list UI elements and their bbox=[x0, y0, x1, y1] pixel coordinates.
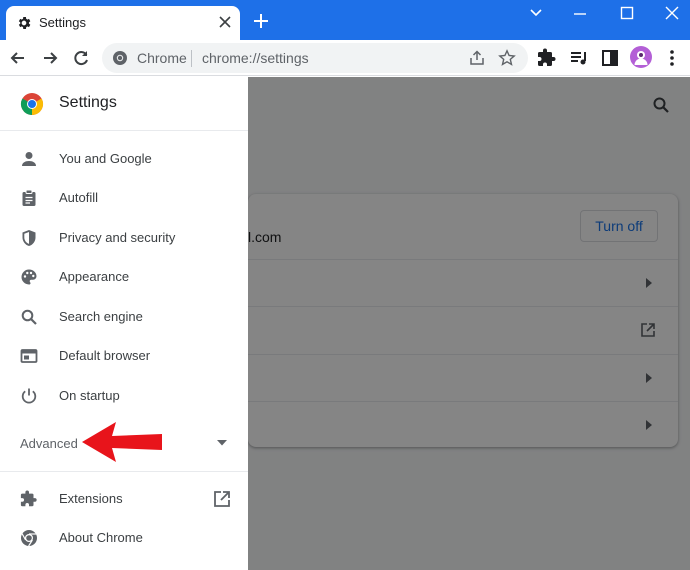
back-icon[interactable] bbox=[8, 48, 28, 68]
close-window-icon[interactable] bbox=[664, 5, 680, 21]
open-in-new-icon bbox=[214, 491, 230, 507]
puzzle-icon bbox=[20, 490, 37, 507]
nav-item-label: Extensions bbox=[59, 491, 123, 506]
profile-person-icon bbox=[634, 51, 648, 65]
search-icon bbox=[21, 309, 37, 325]
tab-settings[interactable]: Settings bbox=[6, 6, 240, 40]
nav-item-search-engine[interactable]: Search engine bbox=[0, 298, 248, 336]
address-bar[interactable]: Chrome chrome://settings bbox=[102, 43, 528, 73]
power-icon bbox=[21, 388, 37, 404]
tab-title: Settings bbox=[39, 15, 86, 30]
clipboard-icon bbox=[22, 189, 36, 206]
nav-item-autofill[interactable]: Autofill bbox=[0, 179, 248, 217]
reload-icon[interactable] bbox=[71, 48, 91, 68]
drawer-title: Settings bbox=[59, 94, 117, 111]
nav-item-you-and-google[interactable]: You and Google bbox=[0, 140, 248, 178]
annotation-arrow-icon bbox=[82, 422, 162, 462]
nav-item-about-chrome[interactable]: About Chrome bbox=[0, 519, 248, 557]
profile-avatar[interactable] bbox=[630, 46, 652, 68]
browser-window-icon bbox=[20, 349, 38, 363]
omnibox-site-label: Chrome bbox=[137, 50, 187, 66]
nav-item-label: Privacy and security bbox=[59, 230, 176, 245]
omnibox-separator bbox=[191, 50, 192, 67]
settings-drawer: Settings You and Google Autofill Privacy… bbox=[0, 77, 248, 570]
nav-item-label: On startup bbox=[59, 388, 120, 403]
nav-item-extensions[interactable]: Extensions bbox=[0, 480, 248, 518]
nav-item-label: About Chrome bbox=[59, 530, 143, 545]
drawer-header: Settings bbox=[0, 77, 248, 131]
expand-caret-icon bbox=[217, 440, 227, 446]
share-icon[interactable] bbox=[468, 49, 486, 67]
tab-strip: Settings bbox=[0, 0, 690, 40]
nav-item-label: Autofill bbox=[59, 190, 99, 205]
nav-item-privacy-and-security[interactable]: Privacy and security bbox=[0, 219, 248, 257]
bookmark-star-icon[interactable] bbox=[498, 49, 516, 67]
chrome-site-icon bbox=[113, 51, 127, 65]
maximize-icon[interactable] bbox=[619, 5, 635, 21]
advanced-label: Advanced bbox=[20, 436, 78, 451]
media-queue-icon[interactable] bbox=[569, 48, 589, 68]
browser-toolbar: Chrome chrome://settings bbox=[0, 40, 690, 76]
nav-item-on-startup[interactable]: On startup bbox=[0, 377, 248, 415]
minimize-icon[interactable] bbox=[572, 5, 588, 21]
gear-icon bbox=[18, 17, 31, 29]
shield-icon bbox=[22, 230, 36, 246]
close-tab-icon[interactable] bbox=[219, 16, 231, 28]
tab-search-chevron-icon[interactable] bbox=[528, 5, 544, 21]
nav-item-label: Default browser bbox=[59, 348, 151, 363]
extensions-puzzle-icon[interactable] bbox=[537, 48, 557, 68]
nav-item-label: Search engine bbox=[59, 309, 143, 324]
nav-item-label: You and Google bbox=[59, 151, 152, 166]
drawer-divider bbox=[0, 471, 248, 472]
side-panel-icon[interactable] bbox=[600, 48, 620, 68]
person-icon bbox=[22, 152, 36, 166]
chrome-logo-icon bbox=[20, 93, 44, 115]
nav-item-label: Appearance bbox=[59, 269, 130, 284]
chrome-icon bbox=[21, 530, 37, 547]
nav-item-default-browser[interactable]: Default browser bbox=[0, 337, 248, 375]
new-tab-icon[interactable] bbox=[253, 13, 269, 29]
more-menu-icon[interactable] bbox=[662, 48, 682, 68]
omnibox-url[interactable]: chrome://settings bbox=[202, 50, 309, 66]
palette-icon bbox=[21, 269, 37, 285]
forward-icon[interactable] bbox=[40, 48, 60, 68]
nav-item-appearance[interactable]: Appearance bbox=[0, 258, 248, 296]
